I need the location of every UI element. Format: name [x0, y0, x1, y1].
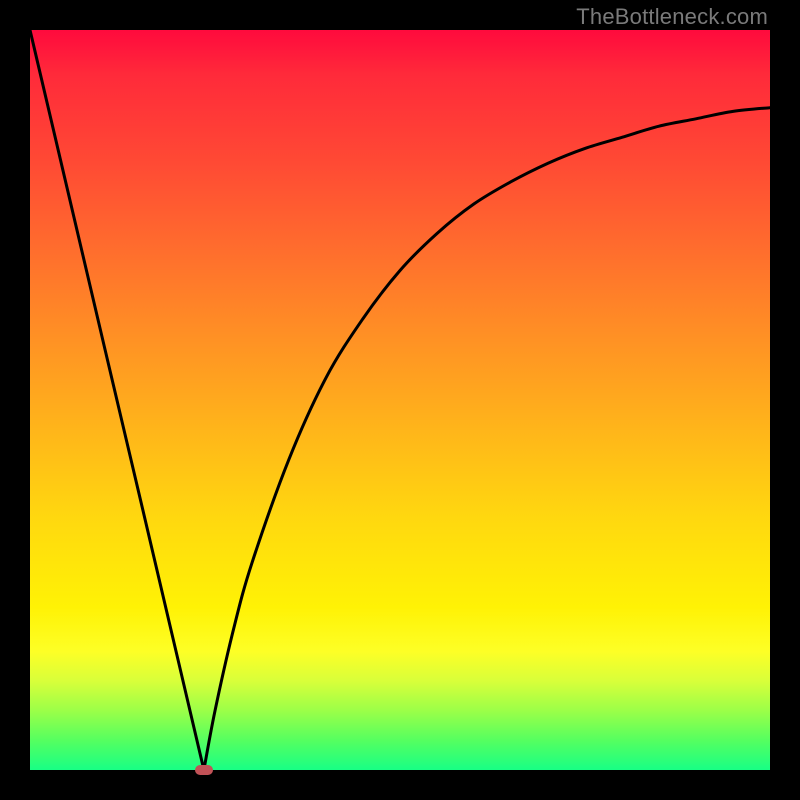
minimum-marker [195, 765, 213, 775]
chart-frame: TheBottleneck.com [0, 0, 800, 800]
bottleneck-curve [30, 30, 770, 770]
watermark-text: TheBottleneck.com [576, 4, 768, 30]
plot-area [30, 30, 770, 770]
